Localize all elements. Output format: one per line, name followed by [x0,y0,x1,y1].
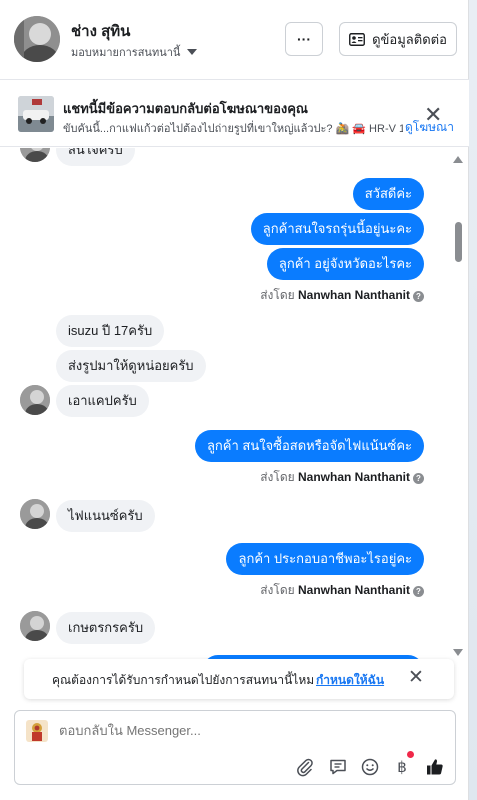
contact-info-label: ดูข้อมูลติดต่อ [372,31,447,47]
close-icon[interactable]: ✕ [408,668,424,687]
saved-reply-icon[interactable] [328,757,348,777]
contact-avatar-small [20,385,50,415]
help-icon[interactable]: ? [413,473,424,484]
outgoing-message: สวัสดีค่ะ [352,178,424,210]
assign-conversation-dropdown[interactable]: มอบหมายการสนทนานี้ [71,43,198,61]
conversation-header: ช่าง สุทิน มอบหมายการสนทนานี้ ··· ดูข้อม… [0,0,469,80]
ad-reply-banner: แชทนี้มีข้อความตอบกลับต่อโฆษณาของคุณ ขับ… [0,80,469,147]
emoji-icon[interactable] [360,757,380,777]
outgoing-message: ลูกค้า ประกอบอาชีพอะไรอยู่คะ [226,543,424,575]
sent-by-label: ส่งโดย Nanwhan Nanthanit? [260,286,424,305]
incoming-message: isuzu ปี 17ครับ [56,315,165,347]
contact-avatar-small [20,611,50,641]
incoming-message: ส่งรูปมาให้ดูหน่อยครับ [56,350,206,382]
outgoing-message: ลูกค้า อยู่จังหวัดอะไรคะ [266,248,424,280]
scroll-up-arrow[interactable] [453,156,463,163]
reply-input[interactable] [59,723,359,738]
paperclip-icon[interactable] [295,757,315,777]
sent-by-prefix: ส่งโดย [260,583,295,597]
sent-by-label: ส่งโดย Nanwhan Nanthanit? [260,581,424,600]
payment-icon[interactable]: ฿ [392,757,412,777]
contact-name[interactable]: ช่าง สุทิน [71,19,130,43]
outgoing-message: ลูกค้า สนใจซื้อสดหรือจัดไฟแน้นซ์คะ [194,430,424,462]
outgoing-message: ลูกค้าสนใจรถรุ่นนี้อยู่นะคะ [250,213,424,245]
assign-prompt: คุณต้องการได้รับการกำหนดไปยังการสนทนานี้… [24,659,454,699]
contact-avatar[interactable] [14,16,60,62]
page-background-strip [469,0,477,800]
assign-prompt-text: คุณต้องการได้รับการกำหนดไปยังการสนทนานี้… [52,673,315,687]
sent-by-prefix: ส่งโดย [260,470,295,484]
assign-label: มอบหมายการสนทนานี้ [71,47,181,59]
scrollbar-thumb[interactable] [455,222,462,262]
more-icon: ··· [297,31,311,47]
close-icon[interactable]: ✕ [424,104,442,126]
sender-name: Nanwhan Nanthanit [297,288,410,302]
notification-dot [407,751,414,758]
incoming-message: ไฟแนนซ์ครับ [56,500,155,532]
help-icon[interactable]: ? [413,291,424,302]
assign-to-me-link[interactable]: กำหนดให้ฉัน [316,671,384,690]
help-icon[interactable]: ? [413,586,424,597]
incoming-message: เกษตรกรครับ [56,612,156,644]
ad-banner-subtitle: ขับคันนี้...กาแฟแก้วต่อไปต้องไปถ่ายรูปที… [63,123,403,135]
sender-name: Nanwhan Nanthanit [297,583,410,597]
page-avatar [24,718,50,744]
scroll-down-arrow[interactable] [453,649,463,656]
contact-avatar-small [20,499,50,529]
incoming-message: สนใจครับ [56,148,135,166]
sender-name: Nanwhan Nanthanit [297,470,410,484]
contact-avatar-small [20,148,50,162]
svg-text:฿: ฿ [397,758,407,776]
incoming-message: เอาแคปครับ [56,385,149,417]
message-thread[interactable]: สนใจครับ สวัสดีค่ะ ลูกค้าสนใจรถรุ่นนี้อย… [0,148,469,660]
more-options-button[interactable]: ··· [285,22,323,56]
conversation-panel: ช่าง สุทิน มอบหมายการสนทนานี้ ··· ดูข้อม… [0,0,469,800]
like-icon[interactable] [425,757,445,777]
sent-by-prefix: ส่งโดย [260,288,295,302]
reply-composer: ฿ [14,710,456,785]
sent-by-label: ส่งโดย Nanwhan Nanthanit? [260,468,424,487]
contact-card-icon [349,32,366,46]
caret-down-icon [187,49,198,55]
ad-banner-title: แชทนี้มีข้อความตอบกลับต่อโฆษณาของคุณ [63,101,308,116]
view-contact-info-button[interactable]: ดูข้อมูลติดต่อ [339,22,457,56]
ad-thumbnail [18,96,54,132]
